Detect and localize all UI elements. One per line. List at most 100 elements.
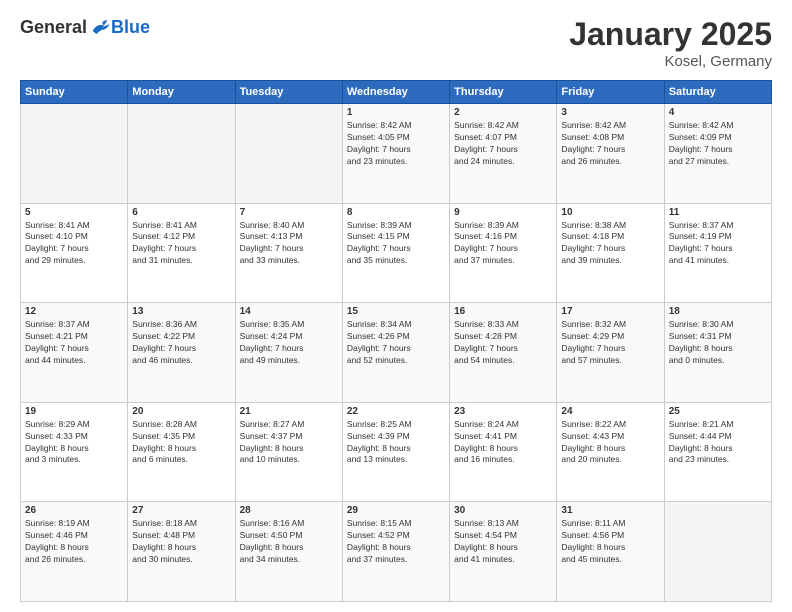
calendar-cell: 11Sunrise: 8:37 AM Sunset: 4:19 PM Dayli…	[664, 203, 771, 303]
week-row-2: 5 Sunrise: 8:41 AM Sunset: 4:10 PM Daylig…	[21, 203, 772, 303]
day-number: 15	[347, 306, 445, 317]
day-info: Sunrise: 8:25 AM Sunset: 4:39 PM Dayligh…	[347, 419, 445, 467]
day-info: Sunrise: 8:19 AM Sunset: 4:46 PM Dayligh…	[25, 518, 123, 566]
day-info: Sunrise: 8:28 AM Sunset: 4:35 PM Dayligh…	[132, 419, 230, 467]
day-number: 20	[132, 406, 230, 417]
day-number: 17	[561, 306, 659, 317]
day-number: 9	[454, 207, 552, 218]
day-info: Sunrise: 8:32 AM Sunset: 4:29 PM Dayligh…	[561, 319, 659, 367]
logo: General Blue	[20, 16, 150, 38]
month-title: January 2025	[569, 16, 772, 53]
day-info: Sunrise: 8:21 AM Sunset: 4:44 PM Dayligh…	[669, 419, 767, 467]
day-number: 16	[454, 306, 552, 317]
logo-general: General	[20, 17, 87, 38]
calendar-cell	[21, 104, 128, 204]
day-number: 21	[240, 406, 338, 417]
calendar-cell: 17 Sunrise: 8:32 AM Sunset: 4:29 PM Dayli…	[557, 303, 664, 403]
calendar-cell: 14 Sunrise: 8:35 AM Sunset: 4:24 PM Dayli…	[235, 303, 342, 403]
calendar-cell: 9 Sunrise: 8:39 AM Sunset: 4:16 PM Daylig…	[450, 203, 557, 303]
day-number: 1	[347, 107, 445, 118]
day-number: 18	[669, 306, 767, 317]
day-info: Sunrise: 8:27 AM Sunset: 4:37 PM Dayligh…	[240, 419, 338, 467]
calendar-cell: 28Sunrise: 8:16 AM Sunset: 4:50 PM Dayli…	[235, 502, 342, 602]
day-info: Sunrise: 8:39 AM Sunset: 4:15 PM Dayligh…	[347, 220, 445, 268]
day-info: Sunrise: 8:15 AM Sunset: 4:52 PM Dayligh…	[347, 518, 445, 566]
calendar-cell: 16 Sunrise: 8:33 AM Sunset: 4:28 PM Dayli…	[450, 303, 557, 403]
day-number: 29	[347, 505, 445, 516]
day-number: 19	[25, 406, 123, 417]
calendar-cell: 25 Sunrise: 8:21 AM Sunset: 4:44 PM Dayli…	[664, 402, 771, 502]
calendar-cell: 21 Sunrise: 8:27 AM Sunset: 4:37 PM Dayli…	[235, 402, 342, 502]
day-number: 10	[561, 207, 659, 218]
day-info: Sunrise: 8:41 AM Sunset: 4:12 PM Dayligh…	[132, 220, 230, 268]
calendar-cell: 6 Sunrise: 8:41 AM Sunset: 4:12 PM Daylig…	[128, 203, 235, 303]
calendar-cell: 24 Sunrise: 8:22 AM Sunset: 4:43 PM Dayli…	[557, 402, 664, 502]
calendar-cell: 15 Sunrise: 8:34 AM Sunset: 4:26 PM Dayli…	[342, 303, 449, 403]
day-info: Sunrise: 8:41 AM Sunset: 4:10 PM Dayligh…	[25, 220, 123, 268]
day-number: 6	[132, 207, 230, 218]
calendar-cell: 2 Sunrise: 8:42 AM Sunset: 4:07 PM Daylig…	[450, 104, 557, 204]
day-header-saturday: Saturday	[664, 81, 771, 104]
day-header-friday: Friday	[557, 81, 664, 104]
day-number: 2	[454, 107, 552, 118]
header-row: SundayMondayTuesdayWednesdayThursdayFrid…	[21, 81, 772, 104]
calendar-cell: 23Sunrise: 8:24 AM Sunset: 4:41 PM Dayli…	[450, 402, 557, 502]
day-number: 31	[561, 505, 659, 516]
day-info: Sunrise: 8:39 AM Sunset: 4:16 PM Dayligh…	[454, 220, 552, 268]
day-info: Sunrise: 8:37 AM Sunset: 4:21 PM Dayligh…	[25, 319, 123, 367]
day-number: 14	[240, 306, 338, 317]
day-info: Sunrise: 8:35 AM Sunset: 4:24 PM Dayligh…	[240, 319, 338, 367]
day-header-wednesday: Wednesday	[342, 81, 449, 104]
week-row-3: 12 Sunrise: 8:37 AM Sunset: 4:21 PM Dayli…	[21, 303, 772, 403]
calendar-cell: 19 Sunrise: 8:29 AM Sunset: 4:33 PM Dayli…	[21, 402, 128, 502]
day-info: Sunrise: 8:38 AM Sunset: 4:18 PM Dayligh…	[561, 220, 659, 268]
day-number: 8	[347, 207, 445, 218]
calendar-cell: 5 Sunrise: 8:41 AM Sunset: 4:10 PM Daylig…	[21, 203, 128, 303]
day-header-tuesday: Tuesday	[235, 81, 342, 104]
title-block: January 2025 Kosel, Germany	[569, 16, 772, 70]
calendar-cell: 31Sunrise: 8:11 AM Sunset: 4:56 PM Dayli…	[557, 502, 664, 602]
day-info: Sunrise: 8:22 AM Sunset: 4:43 PM Dayligh…	[561, 419, 659, 467]
day-info: Sunrise: 8:42 AM Sunset: 4:05 PM Dayligh…	[347, 120, 445, 168]
calendar-cell: 20 Sunrise: 8:28 AM Sunset: 4:35 PM Dayli…	[128, 402, 235, 502]
calendar-cell: 13 Sunrise: 8:36 AM Sunset: 4:22 PM Dayli…	[128, 303, 235, 403]
day-number: 30	[454, 505, 552, 516]
logo-bird-icon	[89, 16, 111, 38]
day-number: 12	[25, 306, 123, 317]
calendar-cell: 26 Sunrise: 8:19 AM Sunset: 4:46 PM Dayli…	[21, 502, 128, 602]
day-number: 24	[561, 406, 659, 417]
calendar-cell	[128, 104, 235, 204]
day-info: Sunrise: 8:34 AM Sunset: 4:26 PM Dayligh…	[347, 319, 445, 367]
day-number: 3	[561, 107, 659, 118]
week-row-4: 19 Sunrise: 8:29 AM Sunset: 4:33 PM Dayli…	[21, 402, 772, 502]
calendar-cell: 29 Sunrise: 8:15 AM Sunset: 4:52 PM Dayli…	[342, 502, 449, 602]
calendar-cell: 18 Sunrise: 8:30 AM Sunset: 4:31 PM Dayli…	[664, 303, 771, 403]
calendar: SundayMondayTuesdayWednesdayThursdayFrid…	[20, 80, 772, 602]
logo-blue: Blue	[111, 17, 150, 38]
calendar-cell: 30Sunrise: 8:13 AM Sunset: 4:54 PM Dayli…	[450, 502, 557, 602]
day-number: 13	[132, 306, 230, 317]
day-info: Sunrise: 8:37 AM Sunset: 4:19 PM Dayligh…	[669, 220, 767, 268]
day-number: 5	[25, 207, 123, 218]
day-info: Sunrise: 8:30 AM Sunset: 4:31 PM Dayligh…	[669, 319, 767, 367]
week-row-1: 1 Sunrise: 8:42 AM Sunset: 4:05 PM Daylig…	[21, 104, 772, 204]
calendar-cell	[235, 104, 342, 204]
day-info: Sunrise: 8:18 AM Sunset: 4:48 PM Dayligh…	[132, 518, 230, 566]
day-info: Sunrise: 8:16 AM Sunset: 4:50 PM Dayligh…	[240, 518, 338, 566]
day-info: Sunrise: 8:33 AM Sunset: 4:28 PM Dayligh…	[454, 319, 552, 367]
page: General Blue January 2025 Kosel, Germany…	[0, 0, 792, 612]
day-info: Sunrise: 8:24 AM Sunset: 4:41 PM Dayligh…	[454, 419, 552, 467]
calendar-cell: 27Sunrise: 8:18 AM Sunset: 4:48 PM Dayli…	[128, 502, 235, 602]
header: General Blue January 2025 Kosel, Germany	[20, 16, 772, 70]
calendar-cell: 3Sunrise: 8:42 AM Sunset: 4:08 PM Daylig…	[557, 104, 664, 204]
day-info: Sunrise: 8:42 AM Sunset: 4:07 PM Dayligh…	[454, 120, 552, 168]
day-header-thursday: Thursday	[450, 81, 557, 104]
day-number: 25	[669, 406, 767, 417]
calendar-cell: 8 Sunrise: 8:39 AM Sunset: 4:15 PM Daylig…	[342, 203, 449, 303]
calendar-cell: 7Sunrise: 8:40 AM Sunset: 4:13 PM Daylig…	[235, 203, 342, 303]
day-header-monday: Monday	[128, 81, 235, 104]
day-info: Sunrise: 8:36 AM Sunset: 4:22 PM Dayligh…	[132, 319, 230, 367]
day-number: 26	[25, 505, 123, 516]
day-info: Sunrise: 8:40 AM Sunset: 4:13 PM Dayligh…	[240, 220, 338, 268]
day-info: Sunrise: 8:29 AM Sunset: 4:33 PM Dayligh…	[25, 419, 123, 467]
